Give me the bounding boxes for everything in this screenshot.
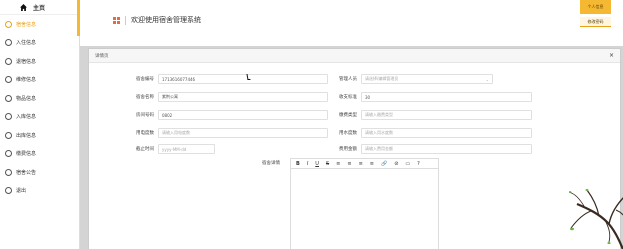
close-icon[interactable]: × <box>609 52 614 59</box>
page-title: 欢迎使用宿舍管理系统 <box>113 15 201 25</box>
sidebar-item-stock-in[interactable]: 入库信息 <box>0 108 79 127</box>
sidebar-item-label: 物品信息 <box>16 95 37 102</box>
water-deg-input[interactable]: 请输入用水度数 <box>361 128 532 138</box>
sidebar-item-label: 退宿信息 <box>16 58 37 65</box>
sidebar-item-label: 宿舍公告 <box>16 169 37 176</box>
field-deadline: 截止时间 yyyy-MM-dd <box>132 144 215 154</box>
dorm-icon <box>5 20 12 28</box>
sidebar-item-checkin-info[interactable]: 入住信息 <box>0 34 79 53</box>
field-label: 管理人员 <box>339 77 357 82</box>
sidebar-item-label: 缴费信息 <box>16 151 37 158</box>
detail-label: 宿舍详情 <box>262 161 280 166</box>
sidebar: 主页 宿舍信息 入住信息 退宿信息 维修信息 物品信息 入库信息 出库信息 缴费… <box>0 0 80 249</box>
field-water-deg: 用水度数 请输入用水度数 <box>335 128 532 138</box>
sidebar-item-announcement[interactable]: 宿舍公告 <box>0 163 79 182</box>
watermark: CSDN @计算机毕设1600 <box>478 232 568 240</box>
change-password-button[interactable]: 修改密码 <box>580 17 611 27</box>
repair-icon <box>5 76 12 84</box>
home-icon <box>20 3 27 11</box>
unlink-icon[interactable]: ⊘ <box>394 161 398 167</box>
align-right-icon[interactable]: ≡ <box>359 161 363 167</box>
field-label: 费用金额 <box>339 147 357 152</box>
rich-text-editor[interactable]: B I U S ≡ ≡ ≡ ≡ 🔗 ⊘ ▭ ? <box>290 158 439 249</box>
title-divider <box>125 15 126 25</box>
sidebar-item-checkout-info[interactable]: 退宿信息 <box>0 52 79 71</box>
field-label: 用电度数 <box>136 131 154 136</box>
sidebar-item-dorm-info[interactable]: 宿舍信息 <box>0 15 79 34</box>
pay-type-input[interactable]: 请输入缴费类型 <box>361 110 532 120</box>
field-label: 房间号码 <box>136 113 154 118</box>
page-title-text: 欢迎使用宿舍管理系统 <box>131 16 201 24</box>
announcement-icon <box>5 168 12 176</box>
link-icon[interactable]: 🔗 <box>381 161 387 167</box>
stock-in-icon <box>5 113 12 121</box>
strikethrough-icon[interactable]: S <box>326 161 329 167</box>
help-icon[interactable]: ? <box>417 161 420 167</box>
logout-icon <box>5 187 12 195</box>
chevron-down-icon: ⌄ <box>485 76 489 82</box>
italic-icon[interactable]: I <box>307 161 308 167</box>
field-room-no: 房间号码 0802 <box>132 110 328 120</box>
goods-icon <box>5 94 12 102</box>
detail-dialog: 详情页 × 宿舍编号 1713616077446 管理人员 请选择/编辑管理员 ⌄… <box>88 48 623 249</box>
sidebar-home-label: 主页 <box>33 4 46 12</box>
payment-icon <box>5 150 12 158</box>
underline-icon[interactable]: U <box>315 161 319 167</box>
sidebar-item-label: 退出 <box>16 188 27 195</box>
header: 欢迎使用宿舍管理系统 个人信息 修改密码 <box>80 0 623 45</box>
manager-select[interactable]: 请选择/编辑管理员 ⌄ <box>361 74 493 84</box>
field-label: 用水度数 <box>339 131 357 136</box>
sidebar-item-stock-out[interactable]: 出库信息 <box>0 126 79 145</box>
fee-std-input[interactable]: 30 <box>361 92 532 102</box>
sidebar-item-label: 维修信息 <box>16 77 37 84</box>
align-justify-icon[interactable]: ≡ <box>370 161 374 167</box>
field-dorm-no: 宿舍编号 1713616077446 <box>132 74 328 84</box>
deadline-date-input[interactable]: yyyy-MM-dd <box>158 144 215 154</box>
usage-deg-input[interactable]: 请输入用电度数 <box>158 128 328 138</box>
sidebar-item-payment-info[interactable]: 缴费信息 <box>0 145 79 164</box>
field-label: 宿舍编号 <box>136 77 154 82</box>
dorm-name-input[interactable]: 紫荆公寓 <box>158 92 328 102</box>
sidebar-item-label: 入住信息 <box>16 40 37 47</box>
field-label: 截止时间 <box>136 147 154 152</box>
sidebar-item-label: 入库信息 <box>16 114 37 121</box>
field-manager: 管理人员 请选择/编辑管理员 ⌄ <box>335 74 493 84</box>
field-fee-std: 收支标准 30 <box>335 92 532 102</box>
grid-icon <box>113 16 120 24</box>
field-usage-deg: 用电度数 请输入用电度数 <box>132 128 328 138</box>
sidebar-home[interactable]: 主页 <box>0 0 79 15</box>
field-pay-type: 缴费类型 请输入缴费类型 <box>335 110 532 120</box>
dialog-header: 详情页 × <box>89 49 620 63</box>
stock-out-icon <box>5 131 12 139</box>
manager-placeholder: 请选择/编辑管理员 <box>365 76 399 81</box>
align-center-icon[interactable]: ≡ <box>347 161 351 167</box>
profile-button[interactable]: 个人信息 <box>580 0 611 14</box>
field-dorm-name: 宿舍名称 紫荆公寓 <box>132 92 328 102</box>
field-label: 宿舍名称 <box>136 95 154 100</box>
sidebar-item-label: 出库信息 <box>16 132 37 139</box>
tree-decoration-icon <box>569 189 623 249</box>
field-fee-amount: 费用金额 请输入费用金额 <box>335 144 532 154</box>
dorm-no-input[interactable]: 1713616077446 <box>158 74 328 84</box>
field-label: 收支标准 <box>339 95 357 100</box>
modal-overlay: 详情页 × 宿舍编号 1713616077446 管理人员 请选择/编辑管理员 ⌄… <box>80 46 623 249</box>
field-label: 缴费类型 <box>339 113 357 118</box>
bold-icon[interactable]: B <box>296 161 300 167</box>
room-no-input[interactable]: 0802 <box>158 110 328 120</box>
fee-amount-input[interactable]: 请输入费用金额 <box>361 144 532 154</box>
sidebar-item-label: 宿舍信息 <box>16 21 37 28</box>
dialog-title: 详情页 <box>95 53 109 59</box>
align-left-icon[interactable]: ≡ <box>336 161 340 167</box>
sidebar-item-goods-info[interactable]: 物品信息 <box>0 89 79 108</box>
editor-toolbar: B I U S ≡ ≡ ≡ ≡ 🔗 ⊘ ▭ ? <box>291 159 438 169</box>
checkin-icon <box>5 39 12 47</box>
sidebar-item-repair-info[interactable]: 维修信息 <box>0 71 79 90</box>
sidebar-item-logout[interactable]: 退出 <box>0 182 79 201</box>
image-icon[interactable]: ▭ <box>405 161 410 167</box>
checkout-icon <box>5 57 12 65</box>
